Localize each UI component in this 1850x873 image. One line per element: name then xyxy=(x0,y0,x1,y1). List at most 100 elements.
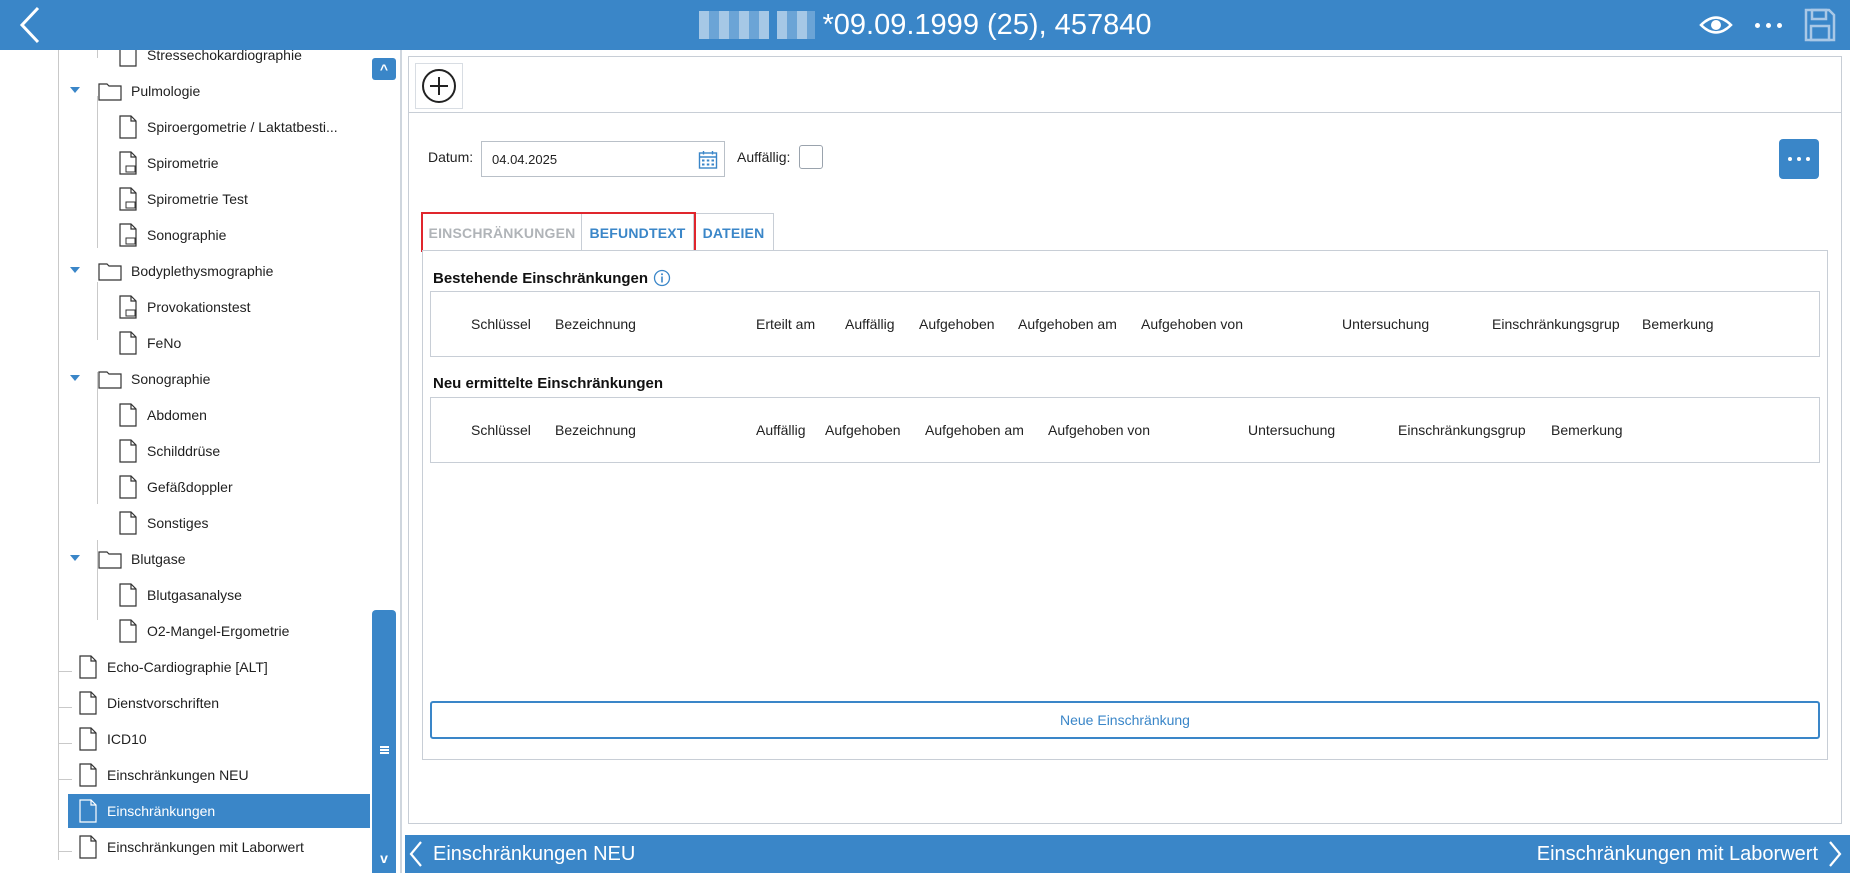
tree-line xyxy=(58,50,59,860)
tree-item[interactable]: Einschränkungen NEU xyxy=(78,758,249,792)
app-header: *09.09.1999 (25), 457840 xyxy=(0,0,1850,50)
tree-item[interactable]: Echo-Cardiographie [ALT] xyxy=(78,650,268,684)
tree-line xyxy=(58,671,72,672)
column-header[interactable]: Auffällig xyxy=(756,422,806,438)
column-header[interactable]: Einschränkungsgrup xyxy=(1398,422,1526,438)
tree-line xyxy=(58,743,72,744)
column-header[interactable]: Aufgehoben am xyxy=(925,422,1024,438)
tree-item[interactable]: Spirometrie Test xyxy=(118,182,248,216)
previous-page-button[interactable]: Einschränkungen NEU xyxy=(409,835,635,873)
form-document-icon xyxy=(119,187,137,211)
tree-item-label: Provokationstest xyxy=(147,299,251,315)
column-header[interactable]: Schlüssel xyxy=(471,316,531,332)
expand-caret-icon[interactable] xyxy=(70,375,80,381)
tab-dateien[interactable]: DATEIEN xyxy=(694,213,774,251)
save-button[interactable] xyxy=(1800,5,1840,45)
auffaellig-checkbox[interactable] xyxy=(799,145,823,169)
column-header[interactable]: Erteilt am xyxy=(756,316,815,332)
scroll-down-button[interactable]: v xyxy=(372,847,396,869)
add-button[interactable] xyxy=(415,63,463,109)
tab-content: Bestehende Einschränkungen Schlüssel Bez… xyxy=(422,250,1828,760)
info-icon[interactable] xyxy=(653,269,671,287)
neu-grid: Schlüssel Bezeichnung Auffällig Aufgehob… xyxy=(430,397,1820,463)
tab-einschraenkungen[interactable]: EINSCHRÄNKUNGEN xyxy=(422,213,582,251)
tree-item[interactable]: Einschränkungen mit Laborwert xyxy=(78,830,304,864)
more-actions-button[interactable] xyxy=(1779,139,1819,179)
document-icon xyxy=(119,439,137,463)
chevron-down-icon: v xyxy=(380,850,388,866)
tree-item[interactable]: Spiroergometrie / Laktatbesti... xyxy=(118,110,338,144)
folder-icon xyxy=(98,551,122,569)
tree-item[interactable]: Schilddrüse xyxy=(118,434,220,468)
tree-item-label: Einschränkungen xyxy=(107,803,216,819)
column-header[interactable]: Bezeichnung xyxy=(555,316,636,332)
view-button[interactable] xyxy=(1695,8,1737,42)
scrollbar-thumb[interactable] xyxy=(372,610,396,873)
tree-item[interactable]: O2-Mangel-Ergometrie xyxy=(118,614,289,648)
document-icon xyxy=(119,115,137,139)
column-header[interactable]: Bemerkung xyxy=(1642,316,1714,332)
tab-befundtext[interactable]: BEFUNDTEXT xyxy=(582,213,694,251)
tree-item[interactable]: Blutgasanalyse xyxy=(118,578,242,612)
tree-item[interactable]: Stressechokardiographie xyxy=(118,50,302,72)
next-page-button[interactable]: Einschränkungen mit Laborwert xyxy=(1537,835,1842,873)
tree-item-label: Sonographie xyxy=(147,227,227,243)
neue-einschraenkung-button[interactable]: Neue Einschränkung xyxy=(430,701,1820,739)
document-icon xyxy=(119,475,137,499)
datum-value: 04.04.2025 xyxy=(492,151,558,167)
bestehende-grid: Schlüssel Bezeichnung Erteilt am Auffäll… xyxy=(430,291,1820,357)
tree-item[interactable]: Sonstiges xyxy=(118,506,208,540)
expand-caret-icon[interactable] xyxy=(70,267,80,273)
tree-item-label: Spirometrie Test xyxy=(147,191,248,207)
tree-item[interactable]: ICD10 xyxy=(78,722,147,756)
column-header[interactable]: Untersuchung xyxy=(1248,422,1335,438)
document-icon xyxy=(79,835,97,859)
tree-folder-blutgase[interactable]: Blutgase xyxy=(98,542,185,576)
column-header[interactable]: Schlüssel xyxy=(471,422,531,438)
column-header[interactable]: Aufgehoben xyxy=(919,316,995,332)
column-header[interactable]: Aufgehoben xyxy=(825,422,901,438)
document-icon xyxy=(79,727,97,751)
column-header[interactable]: Aufgehoben von xyxy=(1141,316,1243,332)
form-document-icon xyxy=(119,151,137,175)
tree-item-label: Echo-Cardiographie [ALT] xyxy=(107,659,268,675)
column-header[interactable]: Bemerkung xyxy=(1551,422,1623,438)
expand-caret-icon[interactable] xyxy=(70,87,80,93)
tree-item-label: Einschränkungen NEU xyxy=(107,767,249,783)
tree-item[interactable]: FeNo xyxy=(118,326,181,360)
tree-item[interactable]: Spirometrie xyxy=(118,146,219,180)
tree-item[interactable]: Dienstvorschriften xyxy=(78,686,219,720)
datum-label: Datum: xyxy=(428,149,474,165)
tab-bar: EINSCHRÄNKUNGEN BEFUNDTEXT DATEIEN xyxy=(422,213,774,251)
form-document-icon xyxy=(119,223,137,247)
tree-item-selected[interactable]: Einschränkungen xyxy=(68,794,370,828)
column-header[interactable]: Bezeichnung xyxy=(555,422,636,438)
tree-item[interactable]: Abdomen xyxy=(118,398,207,432)
scroll-up-button[interactable]: ^ xyxy=(372,58,396,80)
calendar-icon[interactable] xyxy=(698,150,718,170)
section-title-text: Bestehende Einschränkungen xyxy=(433,269,649,287)
more-options-button[interactable] xyxy=(1750,8,1786,42)
column-header[interactable]: Auffällig xyxy=(845,316,895,332)
tree-folder-pulmologie[interactable]: Pulmologie xyxy=(98,74,200,108)
document-icon xyxy=(79,799,97,823)
tree-item[interactable]: Gefäßdoppler xyxy=(118,470,233,504)
tree-folder-sonographie[interactable]: Sonographie xyxy=(98,362,210,396)
plus-circle-icon xyxy=(422,69,456,103)
tree-folder-bodyplethysmographie[interactable]: Bodyplethysmographie xyxy=(98,254,273,288)
grip-icon xyxy=(379,746,389,754)
tree-item-label: Spiroergometrie / Laktatbesti... xyxy=(147,119,338,135)
column-header[interactable]: Einschränkungsgrup xyxy=(1492,316,1620,332)
folder-icon xyxy=(98,83,122,101)
tree-item[interactable]: Provokationstest xyxy=(118,290,251,324)
tree-item[interactable]: Sonographie xyxy=(118,218,226,252)
tree-item-label: Sonstiges xyxy=(147,515,209,531)
datum-field[interactable]: 04.04.2025 xyxy=(481,141,725,177)
tree-line xyxy=(58,707,72,708)
column-header[interactable]: Untersuchung xyxy=(1342,316,1429,332)
tree-item-label: Bodyplethysmographie xyxy=(131,263,274,279)
tree-item-label: FeNo xyxy=(147,335,182,351)
column-header[interactable]: Aufgehoben am xyxy=(1018,316,1117,332)
expand-caret-icon[interactable] xyxy=(70,555,80,561)
column-header[interactable]: Aufgehoben von xyxy=(1048,422,1150,438)
